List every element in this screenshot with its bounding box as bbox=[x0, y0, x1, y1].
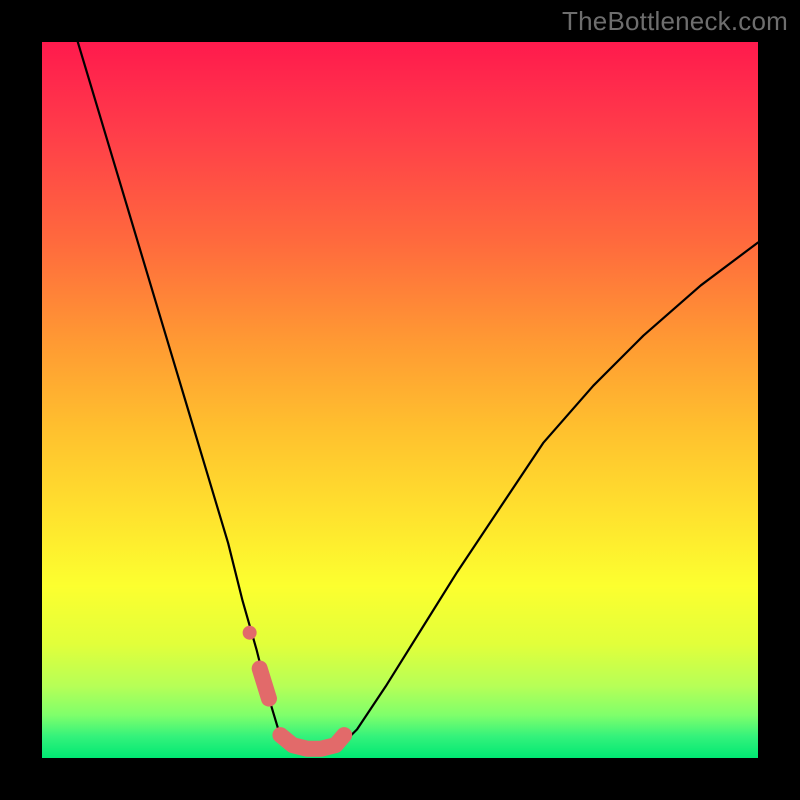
series-salmon-overlay-floor bbox=[280, 735, 344, 749]
series-curve-right-branch bbox=[339, 242, 758, 747]
series-group bbox=[78, 42, 758, 751]
series-curve-left-branch bbox=[78, 42, 287, 747]
curve-svg bbox=[42, 42, 758, 758]
plot-area bbox=[42, 42, 758, 758]
series-salmon-overlay-left-dot bbox=[243, 626, 257, 640]
series-salmon-overlay-left-tick bbox=[260, 669, 269, 699]
watermark-text: TheBottleneck.com bbox=[562, 6, 788, 37]
chart-frame: TheBottleneck.com bbox=[0, 0, 800, 800]
